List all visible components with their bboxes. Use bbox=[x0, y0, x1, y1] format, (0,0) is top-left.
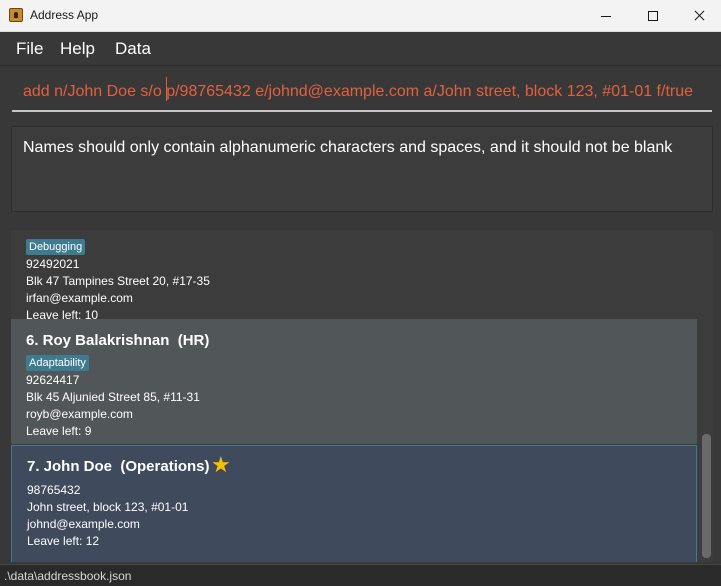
leave-text: Leave left: 9 bbox=[26, 424, 92, 438]
person-card-selected[interactable]: 7. John Doe (Operations) ★ 98765432 John… bbox=[11, 445, 697, 562]
address-text: John street, block 123, #01-01 bbox=[27, 500, 189, 514]
menu-data[interactable]: Data bbox=[115, 39, 151, 59]
menu-help[interactable]: Help bbox=[60, 39, 95, 59]
email-text: johnd@example.com bbox=[27, 517, 140, 531]
command-box-area: add n/John Doe s/o p/98765432 e/johnd@ex… bbox=[0, 66, 721, 120]
close-icon bbox=[676, 0, 721, 32]
result-display-area: Names should only contain alphanumeric c… bbox=[0, 120, 721, 220]
text-caret bbox=[166, 77, 167, 101]
window-title: Address App bbox=[30, 8, 99, 22]
minimize-icon bbox=[601, 16, 611, 17]
person-name: 6. Roy Balakrishnan (HR) bbox=[26, 332, 210, 349]
tag-label: Adaptability bbox=[26, 355, 89, 371]
star-icon: ★ bbox=[211, 453, 231, 478]
result-display[interactable]: Names should only contain alphanumeric c… bbox=[11, 126, 713, 212]
menu-bar: File Help Data bbox=[0, 32, 721, 66]
address-book-icon bbox=[9, 8, 23, 22]
scrollbar-thumb[interactable] bbox=[702, 434, 711, 558]
maximize-button[interactable] bbox=[630, 0, 676, 32]
close-button[interactable] bbox=[676, 0, 721, 32]
command-input[interactable]: add n/John Doe s/o p/98765432 e/johnd@ex… bbox=[12, 74, 712, 112]
person-list[interactable]: Debugging 92492021 Blk 47 Tampines Stree… bbox=[11, 230, 699, 562]
phone-text: 92624417 bbox=[26, 373, 80, 387]
email-text: royb@example.com bbox=[26, 407, 133, 421]
leave-text: Leave left: 12 bbox=[27, 534, 100, 548]
person-list-panel: Debugging 92492021 Blk 47 Tampines Stree… bbox=[0, 220, 721, 564]
status-bar: .\data\addressbook.json bbox=[0, 564, 721, 586]
tag-label: Debugging bbox=[26, 239, 86, 255]
person-card[interactable]: Debugging 92492021 Blk 47 Tampines Stree… bbox=[11, 230, 697, 322]
maximize-icon bbox=[648, 11, 658, 21]
menu-file[interactable]: File bbox=[16, 39, 43, 59]
address-text: Blk 45 Aljunied Street 85, #11-31 bbox=[26, 390, 200, 404]
save-location-text: .\data\addressbook.json bbox=[4, 569, 132, 583]
person-name: 7. John Doe (Operations) bbox=[27, 458, 210, 475]
phone-text: 98765432 bbox=[27, 483, 81, 497]
phone-text: 92492021 bbox=[26, 257, 80, 271]
email-text: irfan@example.com bbox=[26, 291, 133, 305]
person-card[interactable]: 6. Roy Balakrishnan (HR) Adaptability 92… bbox=[11, 319, 697, 444]
minimize-button[interactable] bbox=[584, 0, 630, 32]
title-bar: Address App bbox=[0, 0, 721, 32]
vertical-scrollbar[interactable] bbox=[699, 230, 713, 562]
address-text: Blk 47 Tampines Street 20, #17-35 bbox=[26, 274, 210, 288]
